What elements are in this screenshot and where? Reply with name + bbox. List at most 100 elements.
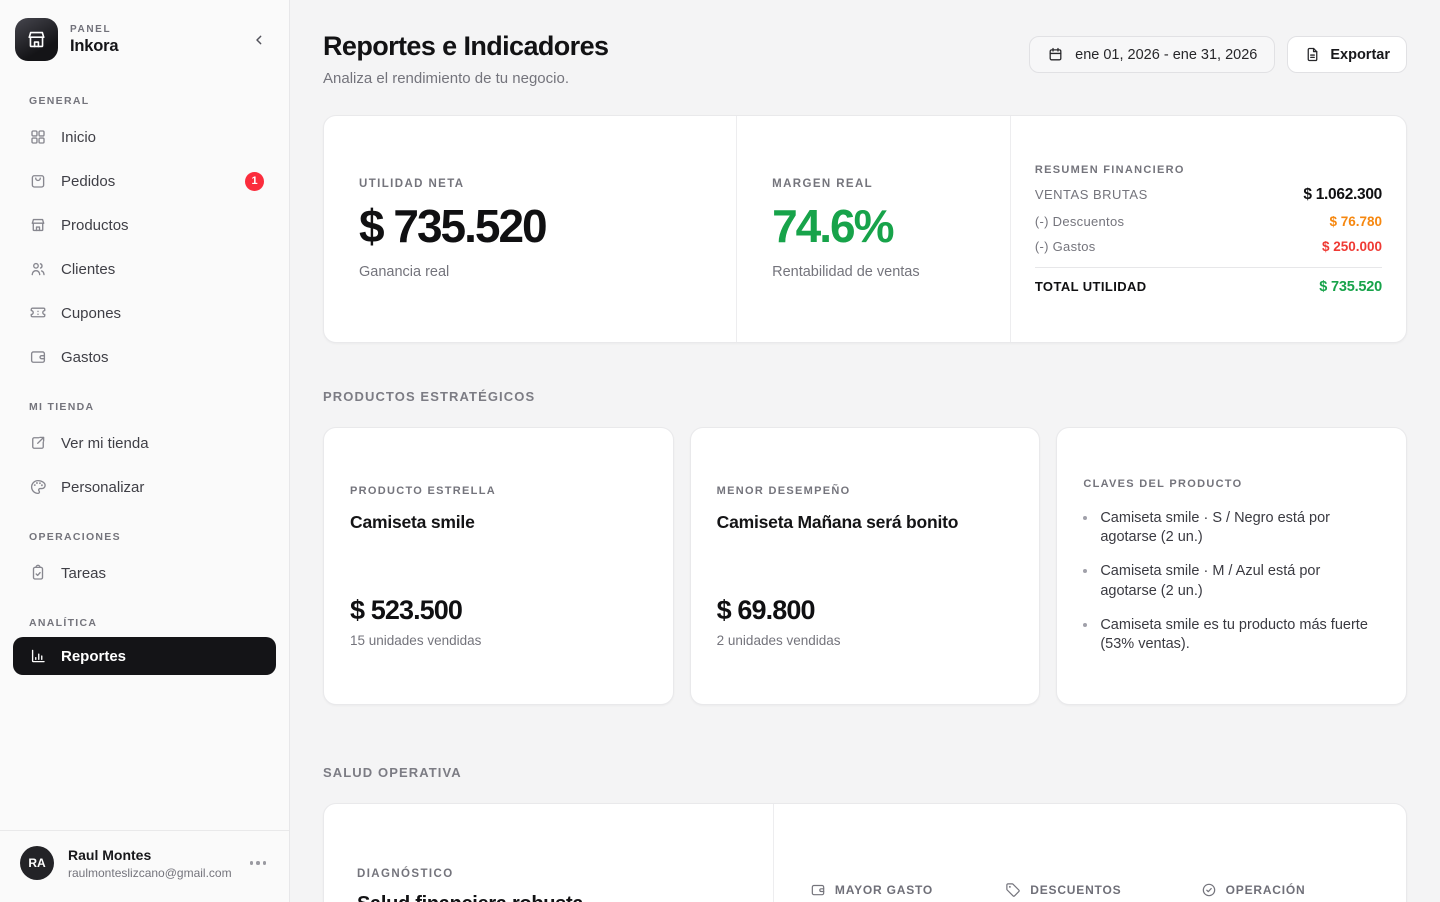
ops-section-title: SALUD OPERATIVA bbox=[323, 765, 1407, 780]
bar-chart-icon bbox=[29, 647, 47, 665]
file-text-icon bbox=[1304, 46, 1321, 63]
worst-product-name: Camiseta Mañana será bonito bbox=[717, 512, 1014, 533]
worst-product-card: MENOR DESEMPEÑO Camiseta Mañana será bon… bbox=[690, 427, 1041, 705]
bag-icon bbox=[29, 172, 47, 190]
main-header: Reportes e Indicadores Analiza el rendim… bbox=[323, 31, 1407, 87]
sidebar-item-pedidos[interactable]: Pedidos 1 bbox=[13, 159, 276, 203]
breakdown-row-label: (-) Gastos bbox=[1035, 239, 1096, 254]
insight-item: Camiseta smile · M / Azul está por agota… bbox=[1083, 562, 1380, 600]
insight-item: Camiseta smile es tu producto más fuerte… bbox=[1083, 616, 1380, 654]
sidebar: PANEL Inkora GENERALInicioPedidos1Produc… bbox=[0, 0, 290, 902]
wallet-icon bbox=[29, 348, 47, 366]
insights-list: Camiseta smile · S / Negro está por agot… bbox=[1083, 494, 1380, 654]
breakdown-rows: VENTAS BRUTAS$ 1.062.300(-) Descuentos$ … bbox=[1035, 176, 1382, 254]
insight-text: Camiseta smile es tu producto más fuerte… bbox=[1100, 616, 1380, 654]
diagnosis-label: DIAGNÓSTICO bbox=[357, 868, 740, 880]
sidebar-item-productos[interactable]: Productos bbox=[13, 203, 276, 247]
sidebar-item-cupones[interactable]: Cupones bbox=[13, 291, 276, 335]
external-link-icon bbox=[29, 434, 47, 452]
diagnosis-title: Salud financiera robusta bbox=[357, 893, 740, 902]
bullet-dot bbox=[1083, 516, 1087, 520]
export-button[interactable]: Exportar bbox=[1287, 36, 1407, 73]
brand-kicker: PANEL bbox=[70, 24, 118, 35]
nav-section-label: OPERACIONES bbox=[29, 531, 260, 543]
sidebar-item-label: Ver mi tienda bbox=[61, 435, 149, 452]
breakdown-row-value: $ 250.000 bbox=[1322, 239, 1382, 254]
breakdown-divider bbox=[1035, 267, 1382, 268]
insight-text: Camiseta smile · M / Azul está por agota… bbox=[1100, 562, 1380, 600]
users-icon bbox=[29, 260, 47, 278]
net-profit-label: UTILIDAD NETA bbox=[359, 178, 701, 190]
net-profit-value: $ 735.520 bbox=[359, 199, 701, 253]
brand-logo bbox=[15, 18, 58, 61]
sidebar-item-reportes[interactable]: Reportes bbox=[13, 637, 276, 675]
insight-text: Camiseta smile · S / Negro está por agot… bbox=[1100, 509, 1380, 547]
ops-stat-label: OPERACIÓN bbox=[1226, 883, 1306, 897]
margin-kpi: MARGEN REAL 74.6% Rentabilidad de ventas bbox=[736, 116, 1010, 342]
avatar: RA bbox=[20, 846, 54, 880]
star-product-card: PRODUCTO ESTRELLA Camiseta smile $ 523.5… bbox=[323, 427, 674, 705]
bullet-dot bbox=[1083, 623, 1087, 627]
nav-section-label: MI TIENDA bbox=[29, 401, 260, 413]
calendar-icon bbox=[1047, 46, 1064, 63]
storefront-icon bbox=[25, 28, 48, 51]
ellipsis-icon bbox=[250, 861, 267, 865]
sidebar-item-ver-mi-tienda[interactable]: Ver mi tienda bbox=[13, 421, 276, 465]
date-range-value: ene 01, 2026 - ene 31, 2026 bbox=[1075, 47, 1257, 63]
sidebar-item-gastos[interactable]: Gastos bbox=[13, 335, 276, 379]
margin-caption: Rentabilidad de ventas bbox=[772, 264, 975, 280]
store-icon bbox=[29, 216, 47, 234]
user-menu-button[interactable] bbox=[246, 857, 271, 869]
ops-stats: MAYOR GASTO DESCUENTOS OPERACIÓN bbox=[774, 804, 1406, 902]
ops-stat-descuentos: DESCUENTOS bbox=[1005, 882, 1200, 898]
main-content: Reportes e Indicadores Analiza el rendim… bbox=[290, 0, 1440, 902]
net-profit-kpi: UTILIDAD NETA $ 735.520 Ganancia real bbox=[324, 116, 736, 342]
grid-icon bbox=[29, 128, 47, 146]
sidebar-item-label: Inicio bbox=[61, 129, 96, 146]
header-controls: ene 01, 2026 - ene 31, 2026 Exportar bbox=[1029, 36, 1407, 73]
worst-product-label: MENOR DESEMPEÑO bbox=[717, 485, 1014, 497]
chevron-left-icon bbox=[251, 32, 267, 48]
sidebar-item-label: Productos bbox=[61, 217, 129, 234]
page-subtitle: Analiza el rendimiento de tu negocio. bbox=[323, 70, 608, 87]
sidebar-item-label: Reportes bbox=[61, 648, 126, 665]
sidebar-item-inicio[interactable]: Inicio bbox=[13, 115, 276, 159]
breakdown-row: VENTAS BRUTAS$ 1.062.300 bbox=[1035, 186, 1382, 204]
bullet-dot bbox=[1083, 569, 1087, 573]
breakdown-row-value: $ 1.062.300 bbox=[1303, 186, 1382, 204]
export-label: Exportar bbox=[1330, 47, 1390, 63]
sidebar-collapse-button[interactable] bbox=[245, 26, 273, 54]
sidebar-item-label: Personalizar bbox=[61, 479, 144, 496]
sidebar-item-label: Clientes bbox=[61, 261, 115, 278]
brand: PANEL Inkora bbox=[0, 0, 289, 71]
ops-stat-label: MAYOR GASTO bbox=[835, 883, 933, 897]
insight-item: Camiseta smile · S / Negro está por agot… bbox=[1083, 509, 1380, 547]
sidebar-item-tareas[interactable]: Tareas bbox=[13, 551, 276, 595]
star-product-name: Camiseta smile bbox=[350, 512, 647, 533]
ops-stat-label: DESCUENTOS bbox=[1030, 883, 1121, 897]
user-name: Raul Montes bbox=[68, 847, 232, 863]
financial-breakdown: RESUMEN FINANCIERO VENTAS BRUTAS$ 1.062.… bbox=[1010, 116, 1406, 342]
star-product-label: PRODUCTO ESTRELLA bbox=[350, 485, 647, 497]
sidebar-item-personalizar[interactable]: Personalizar bbox=[13, 465, 276, 509]
star-product-price: $ 523.500 bbox=[350, 595, 647, 626]
insights-label: CLAVES DEL PRODUCTO bbox=[1083, 478, 1380, 490]
sidebar-item-clientes[interactable]: Clientes bbox=[13, 247, 276, 291]
brand-name: Inkora bbox=[70, 37, 118, 56]
sidebar-item-label: Cupones bbox=[61, 305, 121, 322]
breakdown-row-value: $ 76.780 bbox=[1329, 214, 1382, 229]
margin-label: MARGEN REAL bbox=[772, 178, 975, 190]
ticket-icon bbox=[29, 304, 47, 322]
margin-value: 74.6% bbox=[772, 199, 975, 253]
ops-card: DIAGNÓSTICO Salud financiera robusta MAY… bbox=[323, 803, 1407, 902]
sidebar-item-label: Tareas bbox=[61, 565, 106, 582]
user-email: raulmonteslizcano@gmail.com bbox=[68, 866, 232, 880]
notification-badge: 1 bbox=[245, 172, 264, 191]
date-range-picker[interactable]: ene 01, 2026 - ene 31, 2026 bbox=[1029, 36, 1275, 73]
product-insights-card: CLAVES DEL PRODUCTO Camiseta smile · S /… bbox=[1056, 427, 1407, 705]
user-footer: RA Raul Montes raulmonteslizcano@gmail.c… bbox=[0, 830, 289, 902]
wallet-icon bbox=[810, 882, 826, 898]
page-title: Reportes e Indicadores bbox=[323, 31, 608, 62]
sidebar-item-label: Pedidos bbox=[61, 173, 115, 190]
ops-stat-mayor-gasto: MAYOR GASTO bbox=[810, 882, 1005, 898]
